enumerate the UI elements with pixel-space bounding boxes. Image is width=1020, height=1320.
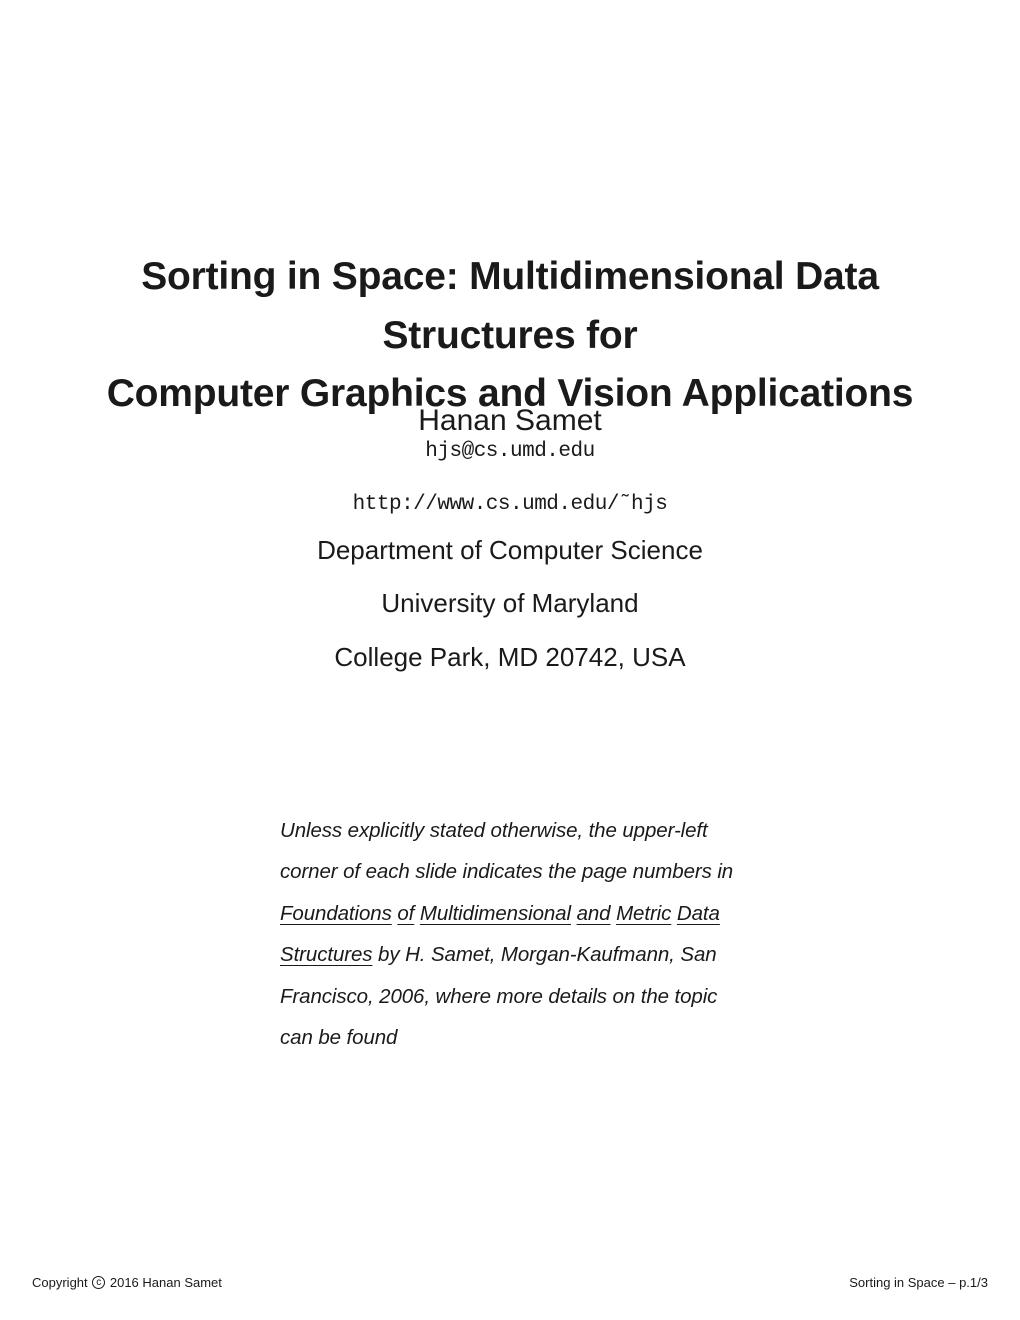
book-title-word: and [577,902,611,925]
book-title-word: Foundations [280,902,392,925]
slide-footer: Copyright c 2016 Hanan Samet Sorting in … [0,1275,1020,1290]
author-block: Hanan Samet hjs@cs.umd.edu http://www.cs… [0,404,1020,684]
copyright-pre: Copyright [32,1275,91,1290]
book-title-word: Multidimensional [420,902,571,925]
book-title-word: Structures [280,943,372,966]
author-email: hjs@cs.umd.edu [0,440,1020,463]
author-location: College Park, MD 20742, USA [0,631,1020,684]
reference-note: Unless explicitly stated otherwise, the … [280,810,750,1058]
title-line-1: Sorting in Space: Multidimensional Data … [141,255,879,357]
copyright-icon: c [92,1276,105,1289]
book-title-word: of [397,902,414,925]
author-name: Hanan Samet [0,404,1020,438]
footer-right: Sorting in Space – p.1/3 [849,1275,988,1290]
author-university: University of Maryland [0,577,1020,630]
slide-title: Sorting in Space: Multidimensional Data … [0,248,1020,424]
slide-page: Sorting in Space: Multidimensional Data … [0,0,1020,1320]
book-title-word: Data [677,902,720,925]
author-website: http://www.cs.umd.edu/˜hjs [0,493,1020,516]
footer-left: Copyright c 2016 Hanan Samet [32,1275,222,1290]
author-department: Department of Computer Science [0,524,1020,577]
copyright-year-name: 2016 Hanan Samet [106,1275,222,1290]
note-prefix: Unless explicitly stated otherwise, the … [280,819,733,883]
book-title-word: Metric [616,902,671,925]
